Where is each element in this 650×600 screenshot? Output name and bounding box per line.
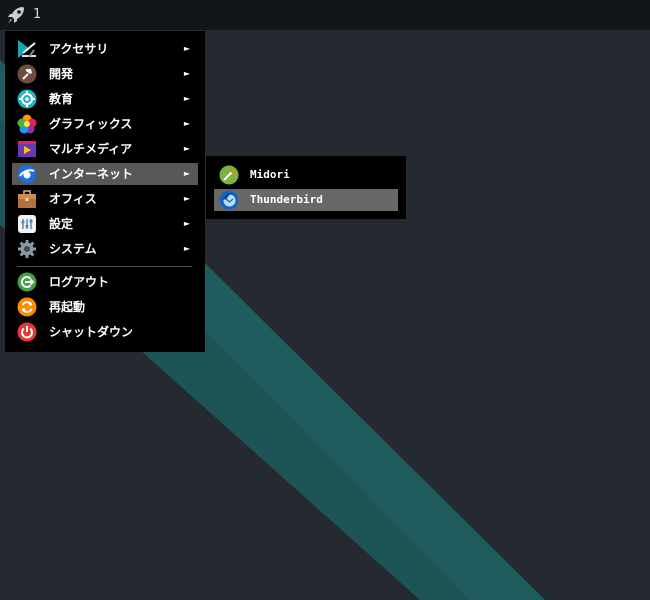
- menu-item-shutdown[interactable]: シャットダウン: [12, 321, 198, 343]
- submenu-item-label: Midori: [250, 168, 290, 181]
- workspace-indicator[interactable]: 1: [33, 7, 41, 23]
- menu-item-office[interactable]: オフィス ►: [12, 188, 198, 210]
- internet-icon: [18, 165, 36, 183]
- education-icon: [17, 89, 37, 109]
- desktop: 1 アクセサリ ► 開発 ► 教育 ► グラフィックス ► マルチメディア ► …: [0, 0, 650, 600]
- system-gear-icon: [18, 240, 36, 258]
- internet-submenu: Midori Thunderbird: [206, 156, 406, 219]
- development-hammer-icon: [17, 64, 37, 84]
- office-briefcase-icon: [18, 190, 36, 208]
- menu-item-settings[interactable]: 設定 ►: [12, 213, 198, 235]
- menu-item-label: グラフィックス: [49, 117, 133, 131]
- rocket-icon[interactable]: [5, 4, 27, 26]
- submenu-arrow: ►: [183, 94, 190, 103]
- menu-item-label: 設定: [49, 217, 74, 231]
- multimedia-icon: [18, 141, 36, 157]
- menu-item-label: 再起動: [49, 300, 86, 314]
- menu-item-label: インターネット: [49, 167, 134, 181]
- menu-item-label: オフィス: [49, 192, 97, 206]
- menu-separator: [17, 266, 192, 267]
- thunderbird-icon: [219, 190, 239, 210]
- menu-item-label: アクセサリ: [49, 42, 109, 56]
- menu-item-label: 教育: [49, 92, 74, 106]
- menu-item-label: マルチメディア: [49, 142, 133, 156]
- menu-item-multimedia[interactable]: マルチメディア ►: [12, 138, 198, 160]
- menu-item-development[interactable]: 開発 ►: [12, 63, 198, 85]
- menu-item-label: 開発: [49, 67, 74, 81]
- menu-item-restart[interactable]: 再起動: [12, 296, 198, 318]
- menu-item-accessories[interactable]: アクセサリ ►: [12, 38, 198, 60]
- menu-item-label: システム: [49, 242, 97, 256]
- settings-icon: [18, 215, 36, 233]
- menu-item-logout[interactable]: ログアウト: [12, 271, 198, 293]
- midori-icon: [219, 165, 239, 185]
- menu-item-label: ログアウト: [49, 275, 110, 289]
- submenu-arrow: ►: [183, 219, 190, 228]
- submenu-arrow: ►: [183, 244, 190, 253]
- menu-item-graphics[interactable]: グラフィックス ►: [12, 113, 198, 135]
- submenu-item-midori[interactable]: Midori: [214, 164, 398, 186]
- menu-item-education[interactable]: 教育 ►: [12, 88, 198, 110]
- submenu-arrow: ►: [183, 44, 190, 53]
- application-menu: アクセサリ ► 開発 ► 教育 ► グラフィックス ► マルチメディア ► イン…: [5, 31, 205, 352]
- accessories-icon: [18, 40, 36, 58]
- menu-item-label: シャットダウン: [49, 325, 134, 339]
- submenu-arrow: ►: [183, 169, 190, 178]
- submenu-arrow: ►: [183, 69, 190, 78]
- submenu-arrow: ►: [183, 144, 190, 153]
- menu-item-internet[interactable]: インターネット ►: [12, 163, 198, 185]
- top-panel: 1: [0, 0, 650, 30]
- shutdown-icon: [17, 322, 37, 342]
- restart-icon: [17, 297, 37, 317]
- logout-icon: [17, 272, 37, 292]
- submenu-arrow: ►: [183, 194, 190, 203]
- graphics-icon: [17, 114, 37, 134]
- menu-item-system[interactable]: システム ►: [12, 238, 198, 260]
- submenu-item-label: Thunderbird: [250, 193, 323, 206]
- submenu-item-thunderbird[interactable]: Thunderbird: [214, 189, 398, 211]
- submenu-arrow: ►: [183, 119, 190, 128]
